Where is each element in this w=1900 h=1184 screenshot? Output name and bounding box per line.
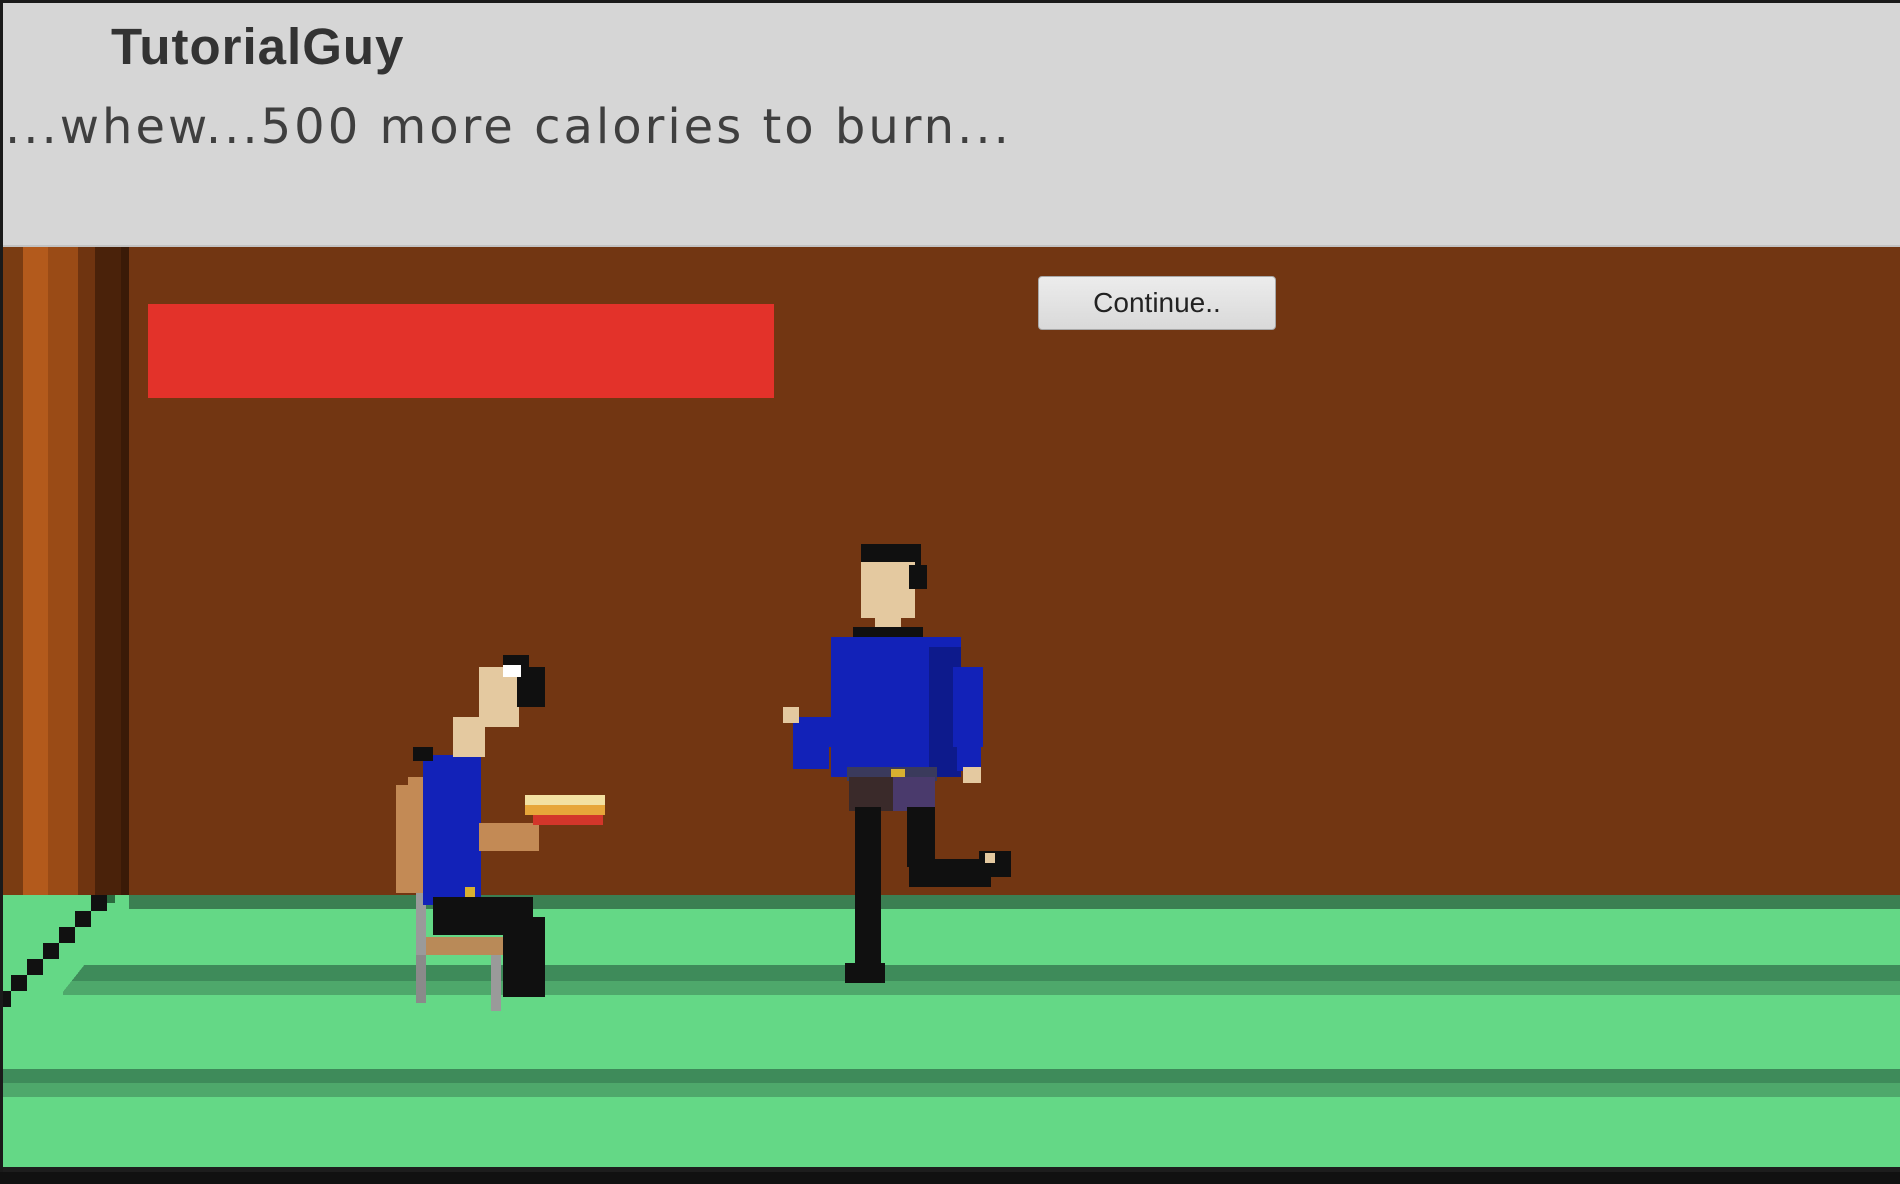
bottom-border bbox=[0, 1172, 1900, 1184]
left-wall bbox=[3, 247, 129, 897]
dialog-panel: TutorialGuy ...whew...500 more calories … bbox=[3, 3, 1900, 247]
continue-button[interactable]: Continue.. bbox=[1038, 276, 1276, 330]
speaker-name: TutorialGuy bbox=[111, 18, 405, 75]
health-bar bbox=[148, 304, 774, 398]
game-scene bbox=[3, 247, 1900, 1177]
floor bbox=[3, 895, 1900, 1177]
game-screen: TutorialGuy ...whew...500 more calories … bbox=[0, 0, 1900, 1184]
scene-canvas bbox=[3, 247, 1900, 1177]
dialog-text: ...whew...500 more calories to burn... bbox=[5, 99, 1012, 155]
